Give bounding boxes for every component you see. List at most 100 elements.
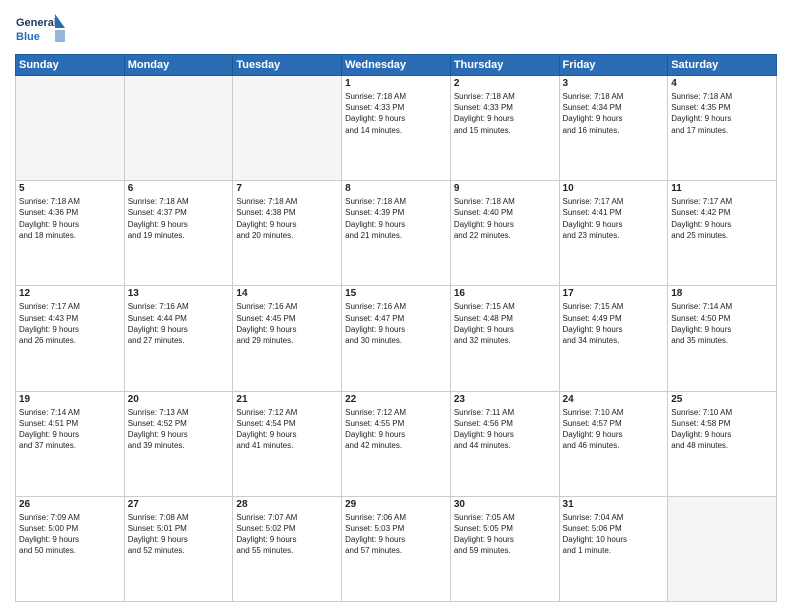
day-number: 25 [671, 394, 773, 405]
day-info: Sunrise: 7:18 AM Sunset: 4:40 PM Dayligh… [454, 196, 556, 241]
calendar-cell [233, 76, 342, 181]
calendar-table: SundayMondayTuesdayWednesdayThursdayFrid… [15, 54, 777, 602]
calendar-cell: 23 Sunrise: 7:11 AM Sunset: 4:56 PM Dayli… [450, 391, 559, 496]
day-number: 22 [345, 394, 447, 405]
calendar-week-row: 12 Sunrise: 7:17 AM Sunset: 4:43 PM Dayli… [16, 286, 777, 391]
day-number: 9 [454, 183, 556, 194]
day-info: Sunrise: 7:17 AM Sunset: 4:43 PM Dayligh… [19, 301, 121, 346]
weekday-header: Tuesday [233, 55, 342, 76]
day-number: 6 [128, 183, 230, 194]
day-number: 11 [671, 183, 773, 194]
logo: General Blue [15, 10, 65, 48]
day-number: 31 [563, 499, 665, 510]
calendar-cell: 17Sunrise: 7:15 AM Sunset: 4:49 PM Dayli… [559, 286, 668, 391]
calendar-cell: 18 Sunrise: 7:14 AM Sunset: 4:50 PM Dayli… [668, 286, 777, 391]
calendar-cell [124, 76, 233, 181]
calendar-cell: 31 Sunrise: 7:04 AM Sunset: 5:06 PM Dayli… [559, 496, 668, 601]
calendar-cell: 1Sunrise: 7:18 AM Sunset: 4:33 PM Daylig… [342, 76, 451, 181]
day-info: Sunrise: 7:10 AM Sunset: 4:58 PM Dayligh… [671, 407, 773, 452]
day-info: Sunrise: 7:14 AM Sunset: 4:51 PM Dayligh… [19, 407, 121, 452]
calendar-cell: 30Sunrise: 7:05 AM Sunset: 5:05 PM Dayli… [450, 496, 559, 601]
day-number: 15 [345, 288, 447, 299]
day-info: Sunrise: 7:18 AM Sunset: 4:36 PM Dayligh… [19, 196, 121, 241]
calendar-cell: 11 Sunrise: 7:17 AM Sunset: 4:42 PM Dayli… [668, 181, 777, 286]
day-number: 4 [671, 78, 773, 89]
day-info: Sunrise: 7:05 AM Sunset: 5:05 PM Dayligh… [454, 512, 556, 557]
calendar-cell: 14Sunrise: 7:16 AM Sunset: 4:45 PM Dayli… [233, 286, 342, 391]
day-info: Sunrise: 7:18 AM Sunset: 4:33 PM Dayligh… [345, 91, 447, 136]
calendar-cell [668, 496, 777, 601]
weekday-header: Thursday [450, 55, 559, 76]
day-number: 26 [19, 499, 121, 510]
weekday-header: Sunday [16, 55, 125, 76]
calendar-cell: 12 Sunrise: 7:17 AM Sunset: 4:43 PM Dayli… [16, 286, 125, 391]
calendar-cell: 19 Sunrise: 7:14 AM Sunset: 4:51 PM Dayli… [16, 391, 125, 496]
calendar-cell: 13 Sunrise: 7:16 AM Sunset: 4:44 PM Dayli… [124, 286, 233, 391]
calendar-cell: 9 Sunrise: 7:18 AM Sunset: 4:40 PM Daylig… [450, 181, 559, 286]
day-info: Sunrise: 7:14 AM Sunset: 4:50 PM Dayligh… [671, 301, 773, 346]
day-number: 14 [236, 288, 338, 299]
svg-text:Blue: Blue [16, 31, 40, 43]
day-info: Sunrise: 7:18 AM Sunset: 4:33 PM Dayligh… [454, 91, 556, 136]
day-info: Sunrise: 7:12 AM Sunset: 4:54 PM Dayligh… [236, 407, 338, 452]
day-number: 18 [671, 288, 773, 299]
calendar-cell: 29 Sunrise: 7:06 AM Sunset: 5:03 PM Dayli… [342, 496, 451, 601]
day-number: 24 [563, 394, 665, 405]
calendar-cell: 15 Sunrise: 7:16 AM Sunset: 4:47 PM Dayli… [342, 286, 451, 391]
calendar-header-row: SundayMondayTuesdayWednesdayThursdayFrid… [16, 55, 777, 76]
day-number: 23 [454, 394, 556, 405]
day-info: Sunrise: 7:15 AM Sunset: 4:49 PM Dayligh… [563, 301, 665, 346]
day-info: Sunrise: 7:16 AM Sunset: 4:47 PM Dayligh… [345, 301, 447, 346]
page: General Blue SundayMondayTuesdayWednesda… [0, 0, 792, 612]
calendar-cell: 4 Sunrise: 7:18 AM Sunset: 4:35 PM Daylig… [668, 76, 777, 181]
calendar-cell: 26 Sunrise: 7:09 AM Sunset: 5:00 PM Dayli… [16, 496, 125, 601]
day-info: Sunrise: 7:17 AM Sunset: 4:42 PM Dayligh… [671, 196, 773, 241]
day-info: Sunrise: 7:13 AM Sunset: 4:52 PM Dayligh… [128, 407, 230, 452]
day-number: 10 [563, 183, 665, 194]
day-info: Sunrise: 7:06 AM Sunset: 5:03 PM Dayligh… [345, 512, 447, 557]
calendar-cell [16, 76, 125, 181]
svg-text:General: General [16, 17, 57, 29]
logo-svg: General Blue [15, 10, 65, 48]
calendar-cell: 8Sunrise: 7:18 AM Sunset: 4:39 PM Daylig… [342, 181, 451, 286]
day-info: Sunrise: 7:15 AM Sunset: 4:48 PM Dayligh… [454, 301, 556, 346]
weekday-header: Friday [559, 55, 668, 76]
weekday-header: Saturday [668, 55, 777, 76]
day-info: Sunrise: 7:12 AM Sunset: 4:55 PM Dayligh… [345, 407, 447, 452]
calendar-cell: 7 Sunrise: 7:18 AM Sunset: 4:38 PM Daylig… [233, 181, 342, 286]
day-info: Sunrise: 7:16 AM Sunset: 4:44 PM Dayligh… [128, 301, 230, 346]
weekday-header: Monday [124, 55, 233, 76]
header: General Blue [15, 10, 777, 48]
day-info: Sunrise: 7:18 AM Sunset: 4:34 PM Dayligh… [563, 91, 665, 136]
calendar-week-row: 1Sunrise: 7:18 AM Sunset: 4:33 PM Daylig… [16, 76, 777, 181]
calendar-week-row: 5 Sunrise: 7:18 AM Sunset: 4:36 PM Daylig… [16, 181, 777, 286]
day-number: 5 [19, 183, 121, 194]
day-number: 7 [236, 183, 338, 194]
calendar-cell: 28Sunrise: 7:07 AM Sunset: 5:02 PM Dayli… [233, 496, 342, 601]
day-number: 20 [128, 394, 230, 405]
day-info: Sunrise: 7:18 AM Sunset: 4:35 PM Dayligh… [671, 91, 773, 136]
weekday-header: Wednesday [342, 55, 451, 76]
day-number: 2 [454, 78, 556, 89]
day-number: 13 [128, 288, 230, 299]
day-info: Sunrise: 7:09 AM Sunset: 5:00 PM Dayligh… [19, 512, 121, 557]
day-info: Sunrise: 7:17 AM Sunset: 4:41 PM Dayligh… [563, 196, 665, 241]
calendar-cell: 6 Sunrise: 7:18 AM Sunset: 4:37 PM Daylig… [124, 181, 233, 286]
calendar-cell: 22 Sunrise: 7:12 AM Sunset: 4:55 PM Dayli… [342, 391, 451, 496]
day-number: 29 [345, 499, 447, 510]
calendar-cell: 2 Sunrise: 7:18 AM Sunset: 4:33 PM Daylig… [450, 76, 559, 181]
day-number: 12 [19, 288, 121, 299]
calendar-cell: 25 Sunrise: 7:10 AM Sunset: 4:58 PM Dayli… [668, 391, 777, 496]
day-number: 8 [345, 183, 447, 194]
calendar-cell: 24Sunrise: 7:10 AM Sunset: 4:57 PM Dayli… [559, 391, 668, 496]
day-info: Sunrise: 7:18 AM Sunset: 4:38 PM Dayligh… [236, 196, 338, 241]
day-info: Sunrise: 7:18 AM Sunset: 4:37 PM Dayligh… [128, 196, 230, 241]
day-info: Sunrise: 7:07 AM Sunset: 5:02 PM Dayligh… [236, 512, 338, 557]
day-info: Sunrise: 7:04 AM Sunset: 5:06 PM Dayligh… [563, 512, 665, 557]
calendar-week-row: 19 Sunrise: 7:14 AM Sunset: 4:51 PM Dayli… [16, 391, 777, 496]
calendar-cell: 16Sunrise: 7:15 AM Sunset: 4:48 PM Dayli… [450, 286, 559, 391]
day-number: 19 [19, 394, 121, 405]
calendar-week-row: 26 Sunrise: 7:09 AM Sunset: 5:00 PM Dayli… [16, 496, 777, 601]
day-info: Sunrise: 7:11 AM Sunset: 4:56 PM Dayligh… [454, 407, 556, 452]
day-number: 27 [128, 499, 230, 510]
